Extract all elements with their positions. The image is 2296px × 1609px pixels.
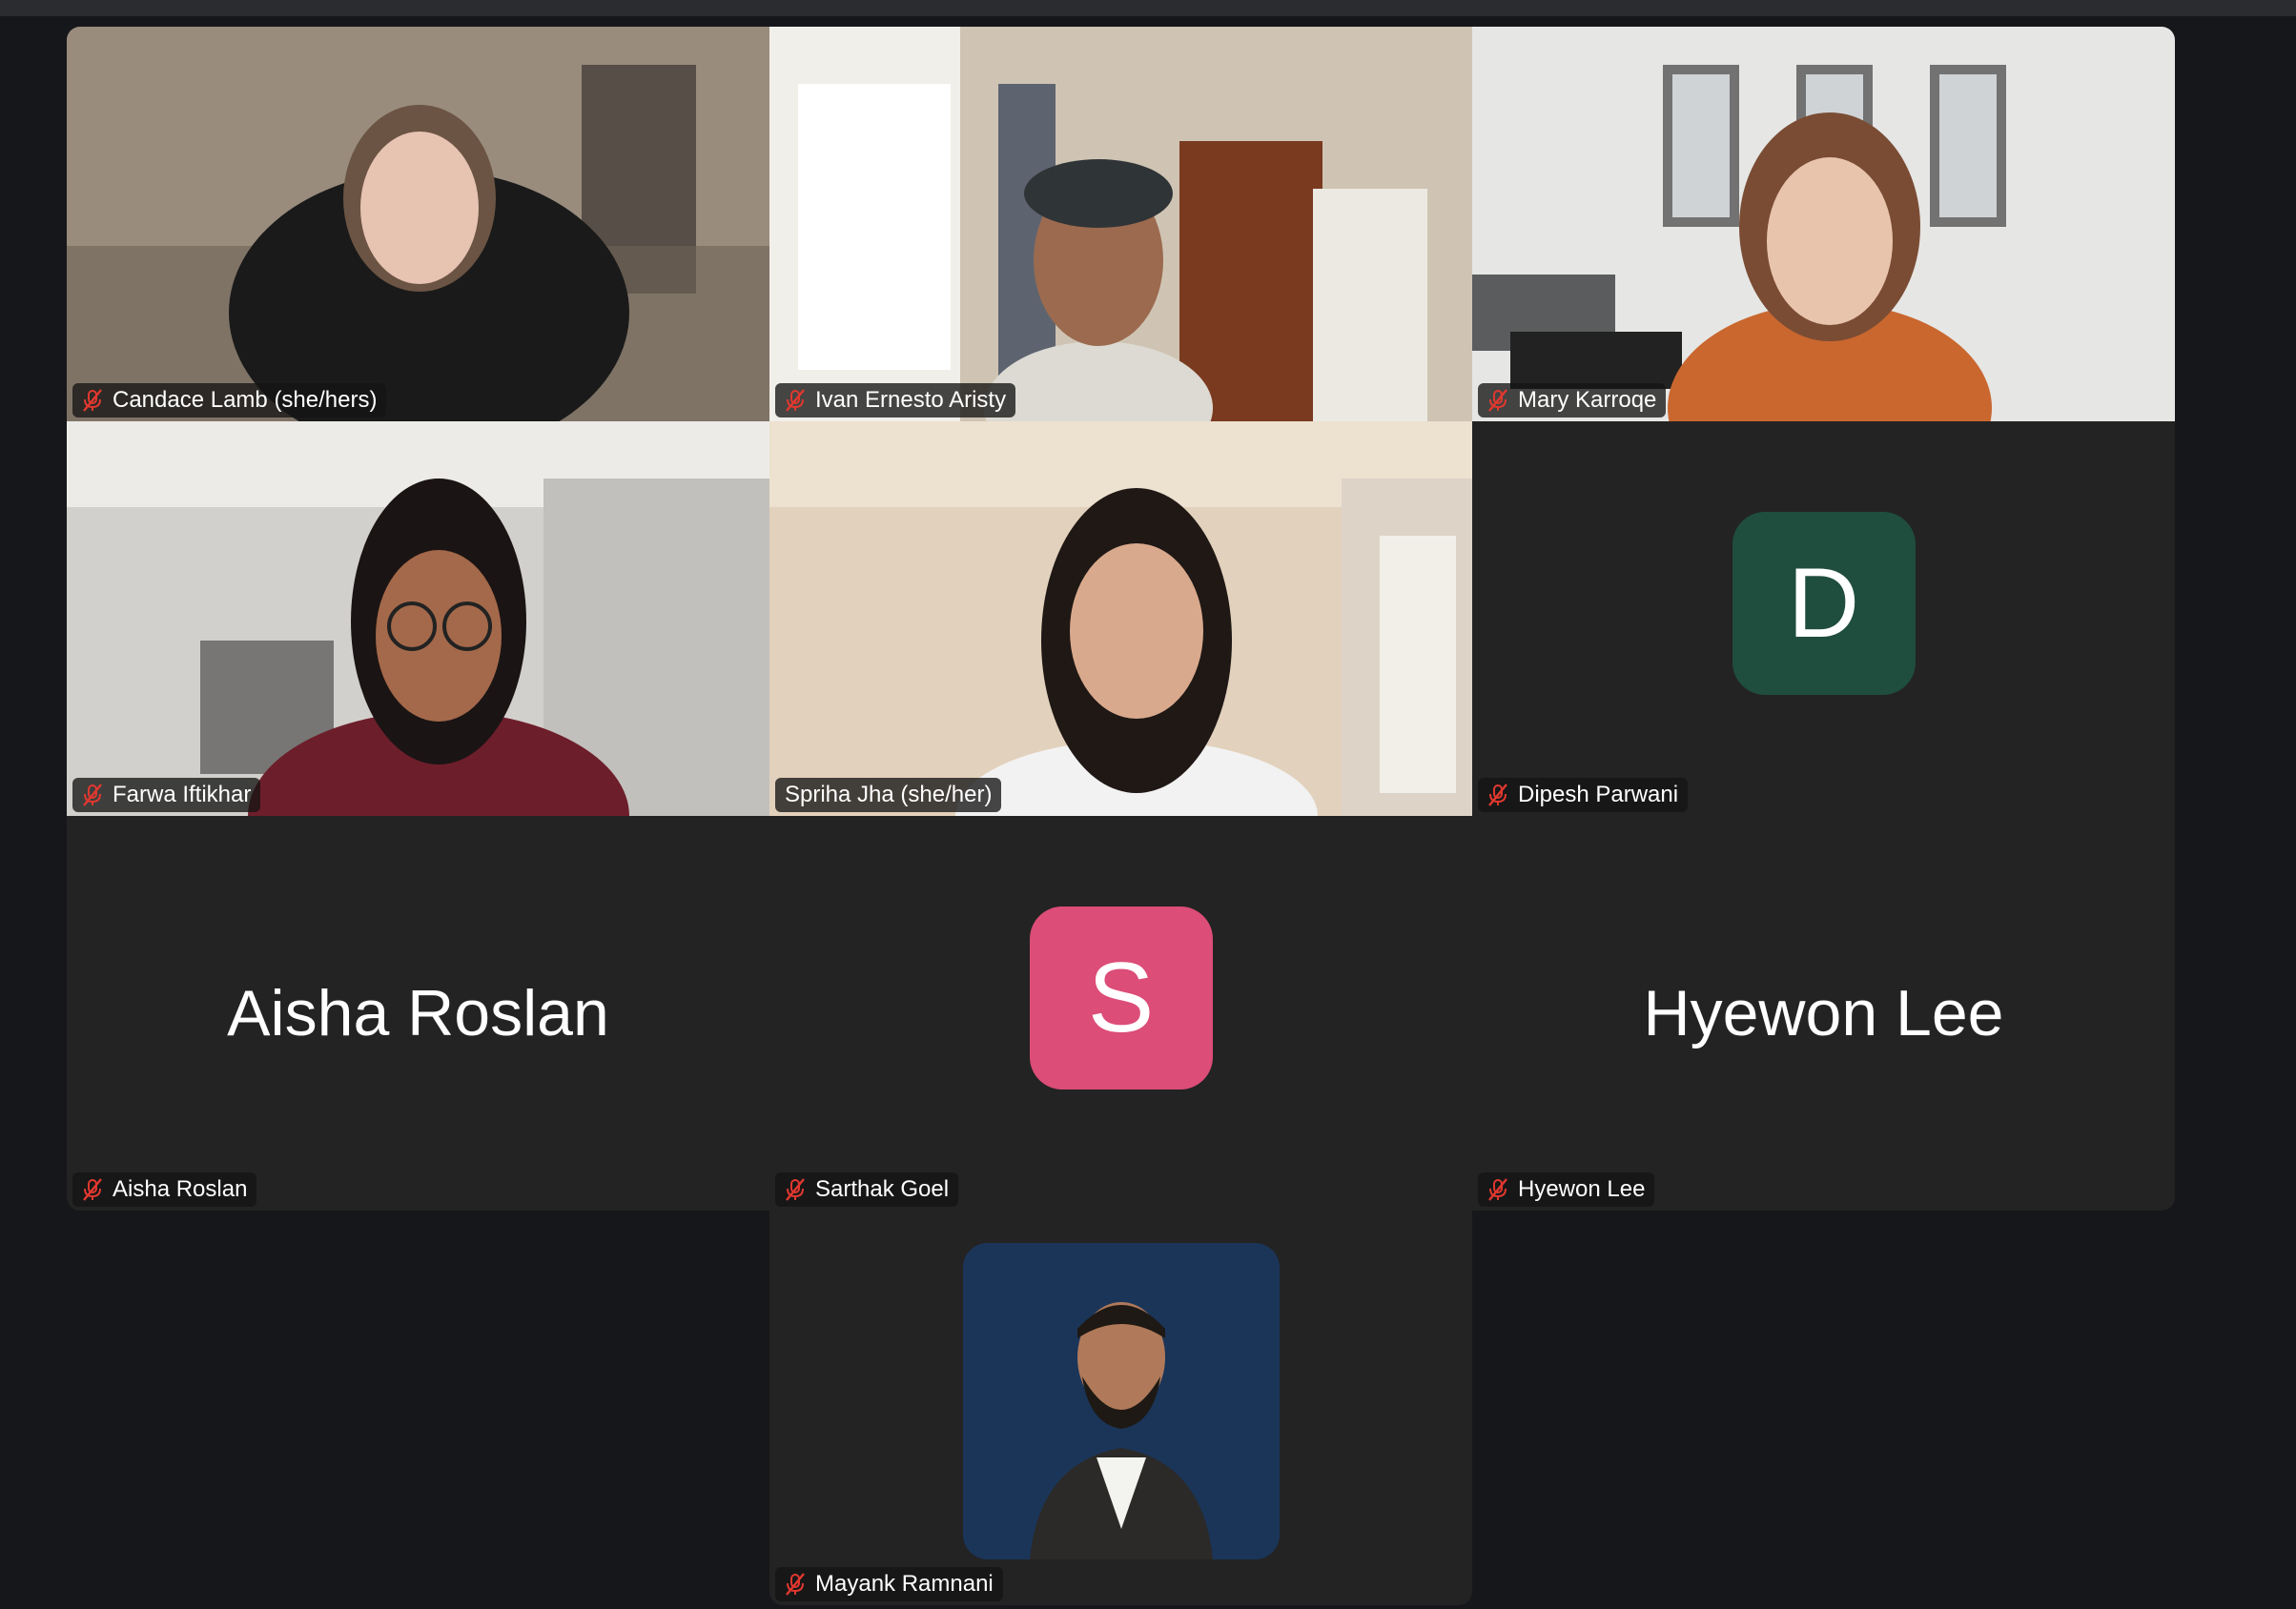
avatar: D — [1732, 512, 1916, 695]
participant-tile-hyewon[interactable]: Hyewon Lee Hyewon Lee — [1472, 816, 2175, 1211]
mic-muted-icon — [783, 1572, 808, 1597]
participant-nametag: Spriha Jha (she/her) — [775, 778, 1002, 812]
participant-name: Farwa Iftikhar — [113, 782, 252, 807]
participant-tile-mary[interactable]: Mary Karroqe — [1472, 27, 2175, 421]
participant-tile-dipesh[interactable]: D Dipesh Parwani — [1472, 421, 2175, 816]
video-feed — [67, 27, 769, 421]
participant-nametag: Candace Lamb (she/hers) — [72, 383, 387, 418]
video-feed — [769, 421, 1472, 816]
participant-name: Spriha Jha (she/her) — [785, 782, 993, 807]
participant-display-name: Hyewon Lee — [1643, 977, 2004, 1049]
participant-tile-candace[interactable]: Candace Lamb (she/hers) — [67, 27, 769, 421]
participant-nametag: Hyewon Lee — [1478, 1172, 1655, 1207]
participant-display-name: Aisha Roslan — [227, 977, 609, 1049]
participant-tile-spriha[interactable]: Spriha Jha (she/her) — [769, 421, 1472, 816]
mic-muted-icon — [80, 388, 105, 413]
participant-tile-sarthak[interactable]: S Sarthak Goel — [769, 816, 1472, 1211]
avatar: S — [1029, 906, 1213, 1090]
window-top-bar — [0, 0, 2296, 16]
mic-muted-icon — [1486, 1177, 1510, 1202]
participant-nametag: Dipesh Parwani — [1478, 778, 1689, 812]
mic-muted-icon — [80, 783, 105, 807]
participant-name: Mayank Ramnani — [815, 1571, 994, 1597]
participant-name: Candace Lamb (she/hers) — [113, 387, 378, 413]
mic-muted-icon — [783, 388, 808, 413]
video-feed — [67, 421, 769, 816]
mic-muted-icon — [80, 1177, 105, 1202]
mic-muted-icon — [1486, 783, 1510, 807]
participant-tile-mayank[interactable]: Mayank Ramnani — [769, 1211, 1472, 1605]
participant-name: Dipesh Parwani — [1518, 782, 1679, 807]
video-feed — [1472, 27, 2175, 421]
participant-name: Aisha Roslan — [113, 1176, 248, 1202]
participant-tile-aisha[interactable]: Aisha Roslan Aisha Roslan — [67, 816, 769, 1211]
participant-nametag: Mary Karroqe — [1478, 383, 1667, 418]
participant-name: Sarthak Goel — [815, 1176, 950, 1202]
participant-nametag: Mayank Ramnani — [775, 1567, 1003, 1601]
mic-muted-icon — [1486, 388, 1510, 413]
participant-nametag: Aisha Roslan — [72, 1172, 257, 1207]
participant-nametag: Sarthak Goel — [775, 1172, 959, 1207]
participant-tile-ivan[interactable]: Ivan Ernesto Aristy — [769, 27, 1472, 421]
participant-nametag: Ivan Ernesto Aristy — [775, 383, 1016, 418]
participant-tile-farwa[interactable]: Farwa Iftikhar — [67, 421, 769, 816]
participant-name: Ivan Ernesto Aristy — [815, 387, 1007, 413]
participant-name: Mary Karroqe — [1518, 387, 1657, 413]
video-feed — [769, 27, 1472, 421]
participant-name: Hyewon Lee — [1518, 1176, 1646, 1202]
mic-muted-icon — [783, 1177, 808, 1202]
profile-photo — [962, 1243, 1280, 1559]
participant-nametag: Farwa Iftikhar — [72, 778, 261, 812]
